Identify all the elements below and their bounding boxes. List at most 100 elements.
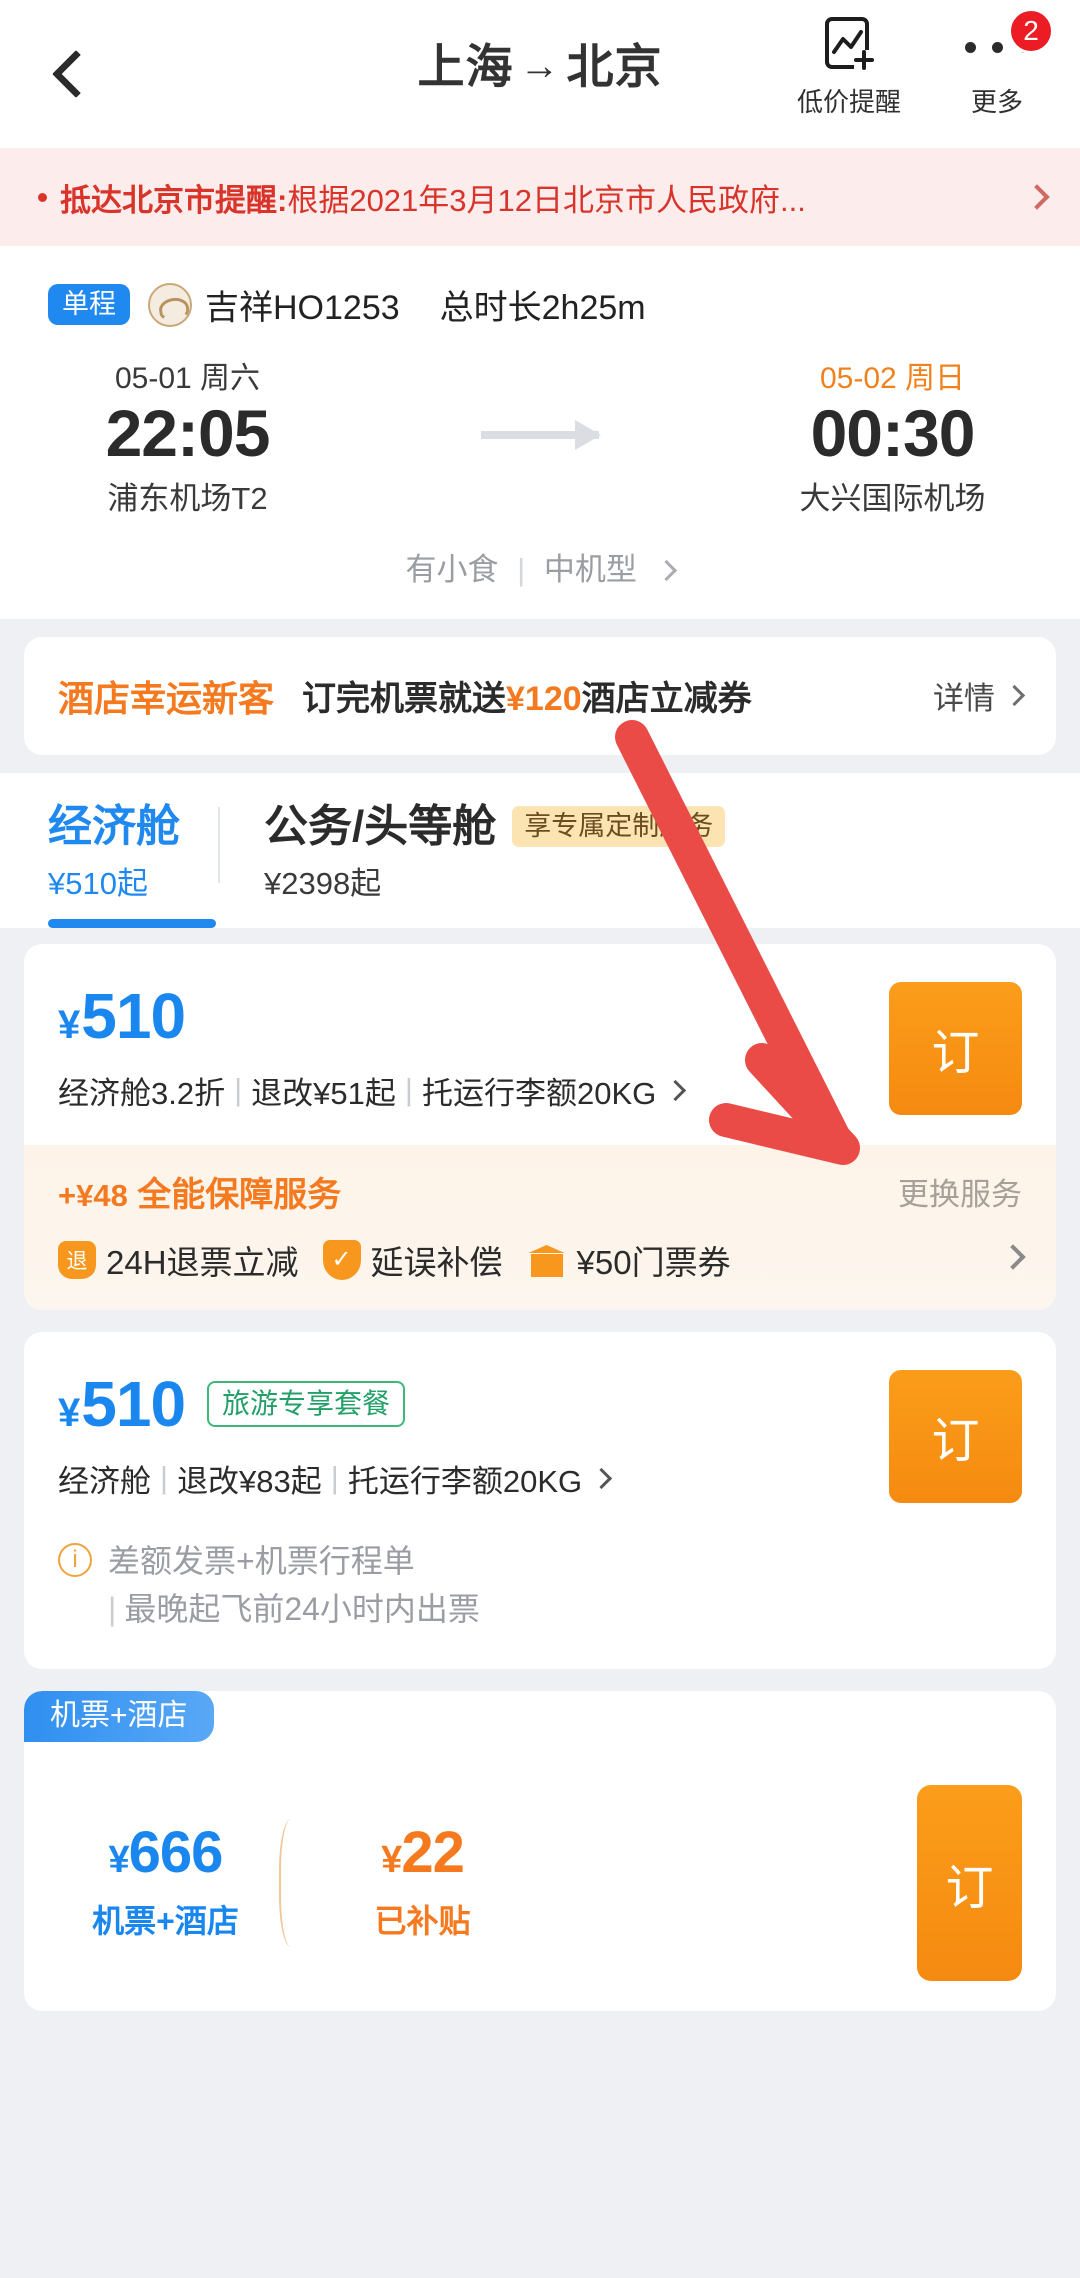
refund-icon: 退 — [58, 1240, 96, 1279]
juneyao-air-logo-icon — [148, 282, 192, 327]
benefit-label: 延误补偿 — [370, 1243, 503, 1281]
arrival-notice-banner[interactable]: 抵达北京市提醒:根据2021年3月12日北京市人民政府... — [0, 148, 1080, 246]
info-note-text: 差额发票+机票行程单 — [108, 1542, 415, 1579]
fare-detail-line[interactable]: 经济舱 | 退改¥83起 | 托运行李额20KG — [58, 1456, 869, 1501]
promo-amount: ¥120 — [506, 680, 582, 719]
info-note: | 最晚起飞前24小时内出票 — [58, 1585, 1022, 1633]
flight-duration: 总时长2h25m — [439, 289, 646, 327]
chart-add-icon — [822, 14, 876, 80]
tab-business-badge: 享专属定制服务 — [512, 805, 726, 847]
fare-cabin: 经济舱 — [58, 1463, 151, 1499]
tab-economy-label: 经济舱 — [48, 801, 180, 851]
package-badge: 旅游专享套餐 — [207, 1380, 406, 1427]
notice-title: 抵达北京市提醒: — [60, 182, 288, 218]
tab-economy[interactable]: 经济舱 ¥510起 — [48, 801, 220, 903]
fare-list: ¥510 经济舱3.2折 | 退改¥51起 | 托运行李额20KG 订 +¥48… — [0, 928, 1080, 2011]
info-note: i 差额发票+机票行程单 — [58, 1537, 1022, 1585]
currency-symbol: ¥ — [58, 1390, 80, 1435]
chevron-right-icon — [656, 559, 678, 582]
service-title: +¥48 全能保障服务 — [58, 1167, 898, 1216]
trip-type-badge: 单程 — [48, 284, 130, 325]
combo-subsidy-value: 22 — [401, 1819, 465, 1885]
order-button[interactable]: 订 — [917, 1784, 1022, 1981]
fare-info: ¥510 旅游专享套餐 经济舱 | 退改¥83起 | 托运行李额20KG — [58, 1372, 869, 1501]
meta-divider: | — [517, 551, 526, 587]
fare-detail-line[interactable]: 经济舱3.2折 | 退改¥51起 | 托运行李额20KG — [58, 1068, 869, 1113]
app-header: 上海 → 北京 低价提醒 更多 2 — [0, 0, 1080, 148]
flight-arrow-icon — [481, 420, 601, 450]
fare-price: ¥510 — [58, 984, 186, 1048]
tab-business-first[interactable]: 公务/头等舱 享专属定制服务 ¥2398起 — [220, 801, 765, 903]
cabin-tabs-section: 经济舱 ¥510起 公务/头等舱 享专属定制服务 ¥2398起 — [0, 772, 1080, 928]
currency-symbol: ¥ — [108, 1838, 130, 1881]
fare-info: ¥510 经济舱3.2折 | 退改¥51起 | 托运行李额20KG — [58, 984, 869, 1113]
combo-total-value: 666 — [128, 1819, 224, 1885]
service-header: +¥48 全能保障服务 更换服务 — [58, 1167, 1022, 1216]
chevron-right-icon — [1024, 184, 1050, 210]
benefit-item: ✓ 延误补偿 — [322, 1236, 503, 1284]
promo-section: 酒店幸运新客 订完机票就送¥120酒店立减券 详情 — [0, 619, 1080, 755]
service-package-strip[interactable]: +¥48 全能保障服务 更换服务 退 24H退票立减 ✓ 延误补偿 ¥50门票券 — [24, 1144, 1056, 1310]
departure-airport: 浦东机场T2 — [107, 480, 268, 516]
arrival-block: 05-02 周日 00:30 大兴国际机场 — [705, 353, 1080, 518]
promo-text-post: 酒店立减券 — [581, 680, 752, 719]
change-service-link[interactable]: 更换服务 — [898, 1169, 1022, 1214]
flight-summary-card: 单程 吉祥HO1253 总时长2h25m 05-01 周六 22:05 浦东机场… — [0, 246, 1080, 619]
ticket-voucher-icon — [527, 1241, 567, 1279]
promo-details-link[interactable]: 详情 — [933, 673, 1026, 718]
order-button[interactable]: 订 — [889, 981, 1022, 1115]
bullet-icon — [38, 192, 47, 202]
service-name: 全能保障服务 — [137, 1175, 342, 1214]
flight-number: 吉祥HO1253 — [205, 289, 400, 327]
service-extra-price: +¥48 — [58, 1177, 128, 1213]
service-benefits: 退 24H退票立减 ✓ 延误补偿 ¥50门票券 — [58, 1236, 1026, 1284]
combo-subsidy-label: 已补贴 — [374, 1902, 471, 1939]
title-arrow-icon: → — [519, 44, 561, 88]
flight-amenities[interactable]: 有小食 | 中机型 — [0, 544, 1080, 589]
promo-text-pre: 订完机票就送 — [302, 680, 507, 719]
price-alert-button[interactable]: 低价提醒 — [788, 14, 910, 119]
benefit-item: ¥50门票券 — [527, 1236, 731, 1284]
more-badge: 2 — [1008, 8, 1054, 54]
aircraft-type: 中机型 — [543, 551, 637, 587]
fare-refund-policy: 退改¥51起 — [251, 1075, 396, 1111]
hotel-promo-banner[interactable]: 酒店幸运新客 订完机票就送¥120酒店立减券 详情 — [24, 636, 1056, 755]
info-note-text: 最晚起飞前24小时内出票 — [124, 1590, 480, 1627]
fare-price-row: ¥510 旅游专享套餐 — [58, 1372, 869, 1436]
fare-main-row: ¥510 经济舱3.2折 | 退改¥51起 | 托运行李额20KG 订 — [24, 944, 1056, 1145]
more-button[interactable]: 更多 2 — [936, 8, 1058, 119]
info-icon: i — [58, 1542, 92, 1577]
benefit-item: 退 24H退票立减 — [58, 1236, 299, 1284]
benefit-label: 24H退票立减 — [106, 1243, 299, 1281]
currency-symbol: ¥ — [381, 1838, 402, 1881]
fare-baggage: 托运行李额20KG — [347, 1463, 583, 1499]
tab-business-head: 公务/头等舱 享专属定制服务 — [264, 801, 726, 852]
tab-active-underline — [48, 918, 216, 928]
benefit-label: ¥50门票券 — [576, 1243, 731, 1281]
chevron-right-icon — [1003, 685, 1026, 707]
departure-time: 22:05 — [105, 396, 271, 470]
combo-total-label: 机票+酒店 — [92, 1902, 239, 1939]
departure-date: 05-01 周六 — [114, 362, 261, 395]
flight-segment: 05-01 周六 22:05 浦东机场T2 05-02 周日 00:30 大兴国… — [0, 329, 1080, 518]
tab-business-label: 公务/头等舱 — [264, 801, 497, 851]
shield-check-icon: ✓ — [322, 1239, 361, 1280]
note-divider: | — [108, 1590, 117, 1627]
tab-business-price: ¥2398起 — [264, 865, 382, 901]
service-expand[interactable] — [1000, 1244, 1026, 1271]
currency-symbol: ¥ — [58, 1002, 80, 1047]
departure-block: 05-01 周六 22:05 浦东机场T2 — [0, 353, 375, 518]
arrival-time: 00:30 — [810, 396, 976, 470]
fare-price: ¥510 — [58, 1372, 186, 1436]
detail-divider: | — [404, 1072, 413, 1108]
combo-fare-card: 机票+酒店 ¥666 机票+酒店 ¥22 已补贴 订 — [24, 1690, 1056, 2011]
notice-text: 抵达北京市提醒:根据2021年3月12日北京市人民政府... — [60, 175, 1010, 220]
more-label: 更多 — [970, 87, 1023, 117]
fare-refund-policy: 退改¥83起 — [177, 1463, 322, 1499]
chevron-right-icon — [1000, 1244, 1026, 1271]
arrival-airport: 大兴国际机场 — [799, 480, 986, 516]
price-alert-label: 低价提醒 — [796, 87, 901, 117]
fare-main-row: ¥510 旅游专享套餐 经济舱 | 退改¥83起 | 托运行李额20KG 订 — [24, 1332, 1056, 1533]
detail-divider: | — [330, 1460, 339, 1496]
order-button[interactable]: 订 — [889, 1369, 1022, 1503]
